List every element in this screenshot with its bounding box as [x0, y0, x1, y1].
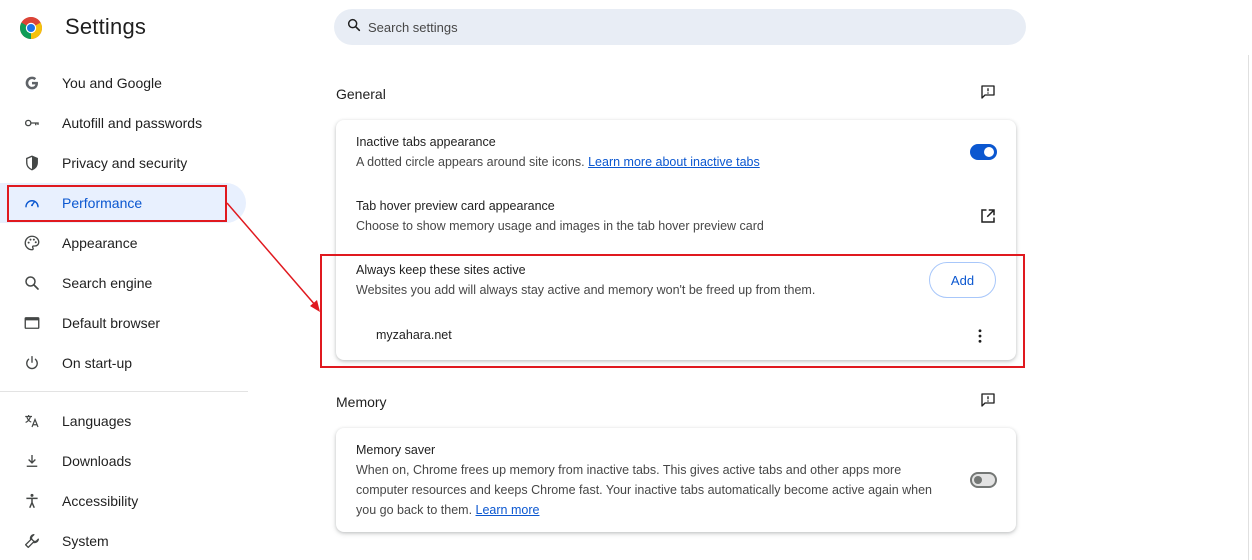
more-vert-icon[interactable]: [970, 326, 990, 346]
learn-more-inactive-tabs-link[interactable]: Learn more about inactive tabs: [588, 155, 760, 169]
inactive-tabs-desc: A dotted circle appears around site icon…: [356, 152, 996, 172]
feedback-icon[interactable]: [977, 389, 999, 411]
keep-active-title: Always keep these sites active: [356, 263, 526, 277]
sidebar-item-label: You and Google: [62, 75, 162, 91]
memory-saver-row: Memory saver When on, Chrome frees up me…: [356, 440, 936, 520]
search-icon: [346, 17, 362, 38]
power-icon: [22, 353, 42, 373]
browser-window-icon: [22, 313, 42, 333]
page-title: Settings: [65, 14, 147, 39]
sidebar-item-system[interactable]: System: [0, 521, 246, 560]
gauge-icon: [22, 193, 42, 213]
inactive-tabs-desc-text: A dotted circle appears around site icon…: [356, 155, 585, 169]
inactive-tabs-row: Inactive tabs appearance A dotted circle…: [356, 132, 996, 172]
sidebar-item-label: Appearance: [62, 235, 138, 251]
accessibility-icon: [22, 491, 42, 511]
sidebar-item-default-browser[interactable]: Default browser: [0, 303, 246, 343]
sidebar: You and Google Autofill and passwords Pr…: [0, 63, 248, 560]
sidebar-item-label: Search engine: [62, 275, 153, 291]
add-site-button[interactable]: Add: [929, 262, 996, 298]
sidebar-item-label: Privacy and security: [62, 155, 188, 171]
sidebar-item-label: Downloads: [62, 453, 132, 469]
sidebar-item-label: System: [62, 533, 109, 549]
key-icon: [22, 113, 42, 133]
sidebar-item-label: Default browser: [62, 315, 161, 331]
sidebar-item-autofill[interactable]: Autofill and passwords: [0, 103, 246, 143]
download-icon: [22, 451, 42, 471]
sidebar-item-label: On start-up: [62, 355, 133, 371]
keep-active-desc: Websites you add will always stay active…: [356, 283, 816, 297]
sidebar-item-label: Languages: [62, 413, 132, 429]
google-g-icon: [22, 73, 42, 93]
memory-card: Memory saver When on, Chrome frees up me…: [336, 428, 1016, 532]
sidebar-item-label: Performance: [62, 195, 143, 211]
sidebar-item-privacy[interactable]: Privacy and security: [0, 143, 246, 183]
section-title-memory: Memory: [336, 394, 387, 410]
general-card: Inactive tabs appearance A dotted circle…: [336, 120, 1016, 360]
sidebar-item-on-startup[interactable]: On start-up: [0, 343, 246, 383]
inactive-tabs-toggle[interactable]: [970, 144, 997, 160]
sidebar-item-accessibility[interactable]: Accessibility: [0, 481, 246, 521]
memory-saver-toggle[interactable]: [970, 472, 997, 488]
toggle-knob: [974, 476, 982, 484]
sidebar-item-languages[interactable]: Languages: [0, 401, 246, 441]
memory-saver-desc-line2: computer resources and keeps Chrome fast…: [356, 483, 933, 497]
memory-saver-title: Memory saver: [356, 443, 436, 457]
palette-icon: [22, 233, 42, 253]
memory-saver-desc-line3: you go back to them. Learn more: [356, 500, 936, 520]
sidebar-item-search-engine[interactable]: Search engine: [0, 263, 246, 303]
sidebar-item-label: Accessibility: [62, 493, 139, 509]
memory-saver-desc-line3-text: you go back to them.: [356, 503, 473, 517]
search-bar[interactable]: [334, 9, 1026, 45]
open-in-new-icon[interactable]: [978, 206, 998, 226]
shield-icon: [22, 153, 42, 173]
wrench-icon: [22, 531, 42, 551]
hover-preview-row: Tab hover preview card appearance Choose…: [356, 196, 996, 236]
search-input[interactable]: [368, 19, 968, 35]
hover-preview-desc: Choose to show memory usage and images i…: [356, 219, 764, 233]
sidebar-item-downloads[interactable]: Downloads: [0, 441, 246, 481]
sidebar-item-performance[interactable]: Performance: [0, 183, 246, 223]
learn-more-memory-link[interactable]: Learn more: [476, 503, 540, 517]
hover-preview-title: Tab hover preview card appearance: [356, 199, 555, 213]
search-icon: [22, 273, 42, 293]
sidebar-item-you-and-google[interactable]: You and Google: [0, 63, 246, 103]
sidebar-item-appearance[interactable]: Appearance: [0, 223, 246, 263]
memory-saver-desc-line1: When on, Chrome frees up memory from ina…: [356, 463, 902, 477]
sidebar-item-label: Autofill and passwords: [62, 115, 203, 131]
section-title-general: General: [336, 86, 386, 102]
site-entry: myzahara.net: [376, 328, 452, 342]
feedback-icon[interactable]: [977, 81, 999, 103]
sidebar-divider: [0, 391, 248, 392]
toggle-knob: [984, 147, 994, 157]
keep-active-row: Always keep these sites active Websites …: [356, 260, 996, 300]
scrollbar[interactable]: [1248, 55, 1252, 560]
chrome-logo-icon: [19, 16, 43, 40]
translate-icon: [22, 411, 42, 431]
inactive-tabs-title: Inactive tabs appearance: [356, 135, 496, 149]
